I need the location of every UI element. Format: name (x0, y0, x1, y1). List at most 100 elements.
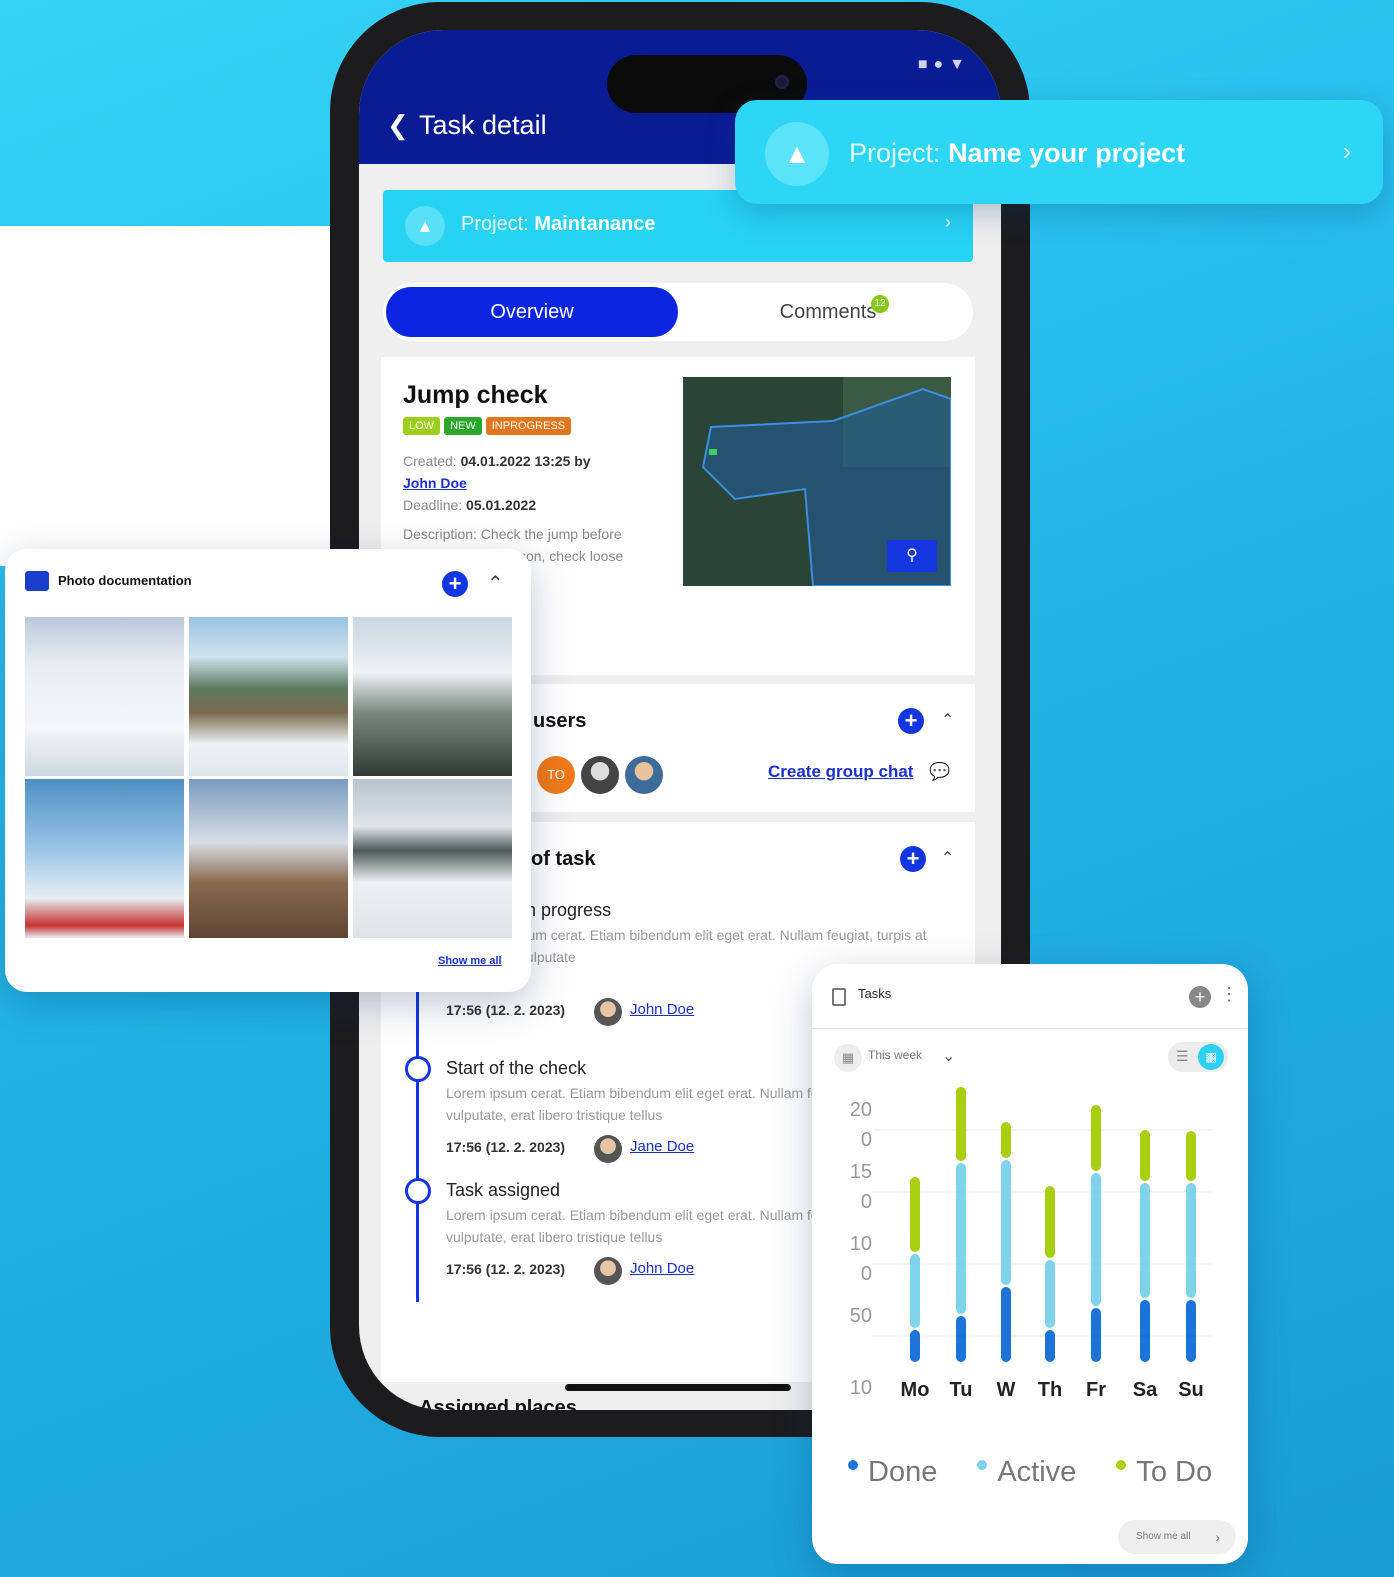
bar-segment-to-do (1001, 1122, 1011, 1158)
bar-segment-done (1091, 1308, 1101, 1362)
photo-thumbnail[interactable] (353, 617, 512, 776)
chevron-down-icon[interactable]: ⌄ (942, 1046, 955, 1066)
page-title: Task detail (419, 110, 547, 140)
warning-icon: ▲ (765, 122, 829, 186)
x-tick-label: Th (1038, 1379, 1062, 1401)
deadline-info: Deadline: 05.01.2022 (403, 497, 536, 513)
tab-comments-label: Comments (779, 301, 877, 323)
bar-segment-done (956, 1316, 966, 1362)
status-icons: ■●▼ (917, 56, 971, 73)
chart-view-icon[interactable]: ▩ (1198, 1044, 1224, 1070)
document-icon (832, 988, 846, 1006)
calendar-icon: ▦ (834, 1044, 862, 1072)
bar-segment-done (1001, 1287, 1011, 1362)
bar-segment-to-do (1045, 1186, 1055, 1258)
avatar (594, 1257, 622, 1285)
deadline-label: Deadline: (403, 497, 463, 513)
photo-thumbnail[interactable] (189, 617, 348, 776)
create-group-chat-link[interactable]: Create group chat (768, 762, 913, 782)
y-tick-label: 20 (850, 1099, 872, 1121)
legend-todo-swatch (1116, 1460, 1127, 1470)
camera-icon (775, 75, 789, 89)
avatar[interactable]: TO (537, 756, 575, 794)
map-pin-icon[interactable]: ⚲ (887, 540, 937, 572)
more-vertical-icon[interactable]: ⋮ (1220, 984, 1238, 1005)
chevron-right-icon: › (1343, 138, 1351, 165)
white-panel (0, 226, 340, 566)
add-history-icon[interactable]: + (900, 846, 926, 872)
view-toggle: ☰ ▩ (1168, 1042, 1228, 1072)
users-title: users (533, 710, 587, 732)
chevron-up-icon[interactable]: ⌃ (941, 848, 954, 868)
chevron-right-icon: › (1215, 1529, 1220, 1545)
banner-label: Project: (849, 138, 941, 168)
created-value: 04.01.2022 13:25 by (460, 453, 591, 469)
bar-segment-active (1045, 1260, 1055, 1328)
timeline-dot (405, 1056, 431, 1082)
timeline-user-link[interactable]: John Doe (630, 1001, 694, 1018)
y-tick-label: 50 (850, 1305, 872, 1327)
bar-segment-done (1186, 1300, 1196, 1362)
home-indicator[interactable] (565, 1384, 791, 1391)
avatar[interactable] (581, 756, 619, 794)
project-name: Maintanance (534, 213, 656, 235)
created-by-link[interactable]: John Doe (403, 475, 467, 491)
tab-bar: Overview Comments 12 (383, 283, 973, 341)
tab-comments[interactable]: Comments 12 (683, 287, 973, 337)
banner-project-name: Name your project (948, 138, 1186, 168)
avatar[interactable] (625, 756, 663, 794)
task-title: Jump check (403, 381, 548, 409)
timeline-item-body: Lorem ipsum cerat. Etiam bibendum elit e… (466, 927, 927, 965)
list-view-icon[interactable]: ☰ (1176, 1048, 1189, 1065)
bar-segment-to-do (956, 1087, 966, 1161)
tab-overview[interactable]: Overview (386, 287, 678, 337)
chat-icon[interactable]: 💬 (929, 762, 950, 782)
bar-segment-active (1001, 1160, 1011, 1285)
bar-segment-done (1045, 1330, 1055, 1362)
period-select[interactable]: This week (868, 1048, 922, 1062)
y-tick-label: 0 (861, 1263, 872, 1285)
map-preview[interactable]: ⚲ (683, 377, 951, 586)
bar-segment-active (956, 1163, 966, 1314)
x-tick-label: Tu (950, 1379, 973, 1401)
bar-segment-active (1186, 1183, 1196, 1298)
timeline-user-link[interactable]: Jane Doe (630, 1138, 694, 1155)
chart-legend: Done Active To Do (846, 1456, 1212, 1489)
project-banner[interactable]: ▲ Project: Name your project › (735, 100, 1383, 204)
legend-todo-label: To Do (1136, 1456, 1213, 1488)
back-icon[interactable]: ❮ (387, 110, 409, 141)
photo-thumbnail[interactable] (25, 779, 184, 938)
x-tick-label: Fr (1086, 1379, 1106, 1401)
show-all-photos-link[interactable]: Show me all (438, 955, 502, 967)
photo-thumbnail[interactable] (353, 779, 512, 938)
legend-active: Active (975, 1456, 1076, 1489)
show-all-tasks-button[interactable]: Show me all › (1118, 1520, 1236, 1554)
timeline-line (416, 992, 419, 1302)
add-task-icon[interactable]: + (1189, 986, 1211, 1008)
add-user-icon[interactable]: + (898, 708, 924, 734)
photo-thumbnail[interactable] (25, 617, 184, 776)
legend-todo: To Do (1114, 1456, 1212, 1489)
history-title: of task (531, 848, 596, 870)
bar-segment-to-do (910, 1177, 920, 1252)
state-badge: NEW (444, 417, 482, 435)
legend-done-label: Done (868, 1456, 938, 1488)
status-badge: INPROGRESS (485, 417, 572, 435)
x-tick-label: Sa (1133, 1379, 1158, 1401)
warning-icon: ▲ (405, 206, 445, 246)
add-photo-icon[interactable]: + (442, 571, 468, 597)
y-tick-label: 0 (861, 1129, 872, 1151)
priority-badge: LOW (403, 417, 441, 435)
chevron-up-icon[interactable]: ⌃ (941, 710, 954, 730)
timeline-user-link[interactable]: John Doe (630, 1260, 694, 1277)
photo-documentation-card: Photo documentation + ⌃ Show me all (5, 549, 531, 992)
chevron-up-icon[interactable]: ⌃ (487, 571, 504, 596)
bar-segment-to-do (1186, 1131, 1196, 1181)
assigned-places-title: Assigned places (419, 1397, 577, 1410)
legend-active-label: Active (997, 1456, 1077, 1488)
bar-segment-to-do (1140, 1130, 1150, 1181)
timeline-item-title: Task assigned (446, 1180, 561, 1200)
photo-thumbnail[interactable] (189, 779, 348, 938)
timeline-item-time: 17:56 (12. 2. 2023) (446, 1261, 566, 1277)
tasks-bar-chart: 20 0 15 0 10 0 50 10 Mo Tu W Th Fr Sa Su (850, 1087, 1212, 1401)
